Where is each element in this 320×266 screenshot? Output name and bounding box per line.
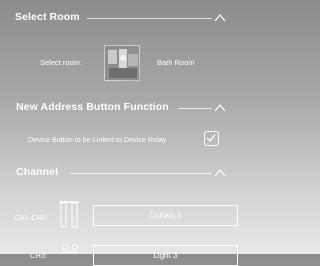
curtain-icon bbox=[59, 201, 79, 228]
address-function-divider bbox=[178, 108, 212, 109]
chevron-up-icon[interactable] bbox=[214, 103, 226, 112]
channel-divider bbox=[70, 173, 212, 174]
bathroom-photo-icon bbox=[105, 46, 139, 80]
checkmark-icon bbox=[206, 134, 216, 143]
channel-title: Channel bbox=[16, 166, 59, 178]
link-relay-checkbox[interactable] bbox=[204, 131, 219, 146]
link-relay-label: Device Button to be Linked to Device Rel… bbox=[28, 135, 167, 144]
ceiling-light-icon bbox=[62, 244, 78, 253]
select-room-divider bbox=[87, 18, 212, 19]
room-thumbnail[interactable] bbox=[104, 45, 140, 81]
select-room-title: Select Room bbox=[15, 11, 80, 23]
room-name: Bath Room bbox=[157, 58, 195, 67]
address-function-title: New Address Button Function bbox=[16, 101, 169, 113]
channel-row-label: CH1 CH2: bbox=[14, 213, 49, 222]
chevron-up-icon[interactable] bbox=[214, 168, 226, 177]
channel-name-field[interactable]: Light 3 bbox=[93, 245, 238, 266]
channel-name-field[interactable]: Curtain 1 bbox=[93, 205, 238, 226]
select-room-label: Select room: bbox=[40, 58, 83, 67]
chevron-up-icon[interactable] bbox=[214, 13, 226, 22]
channel-row-label: CH3: bbox=[30, 251, 48, 260]
